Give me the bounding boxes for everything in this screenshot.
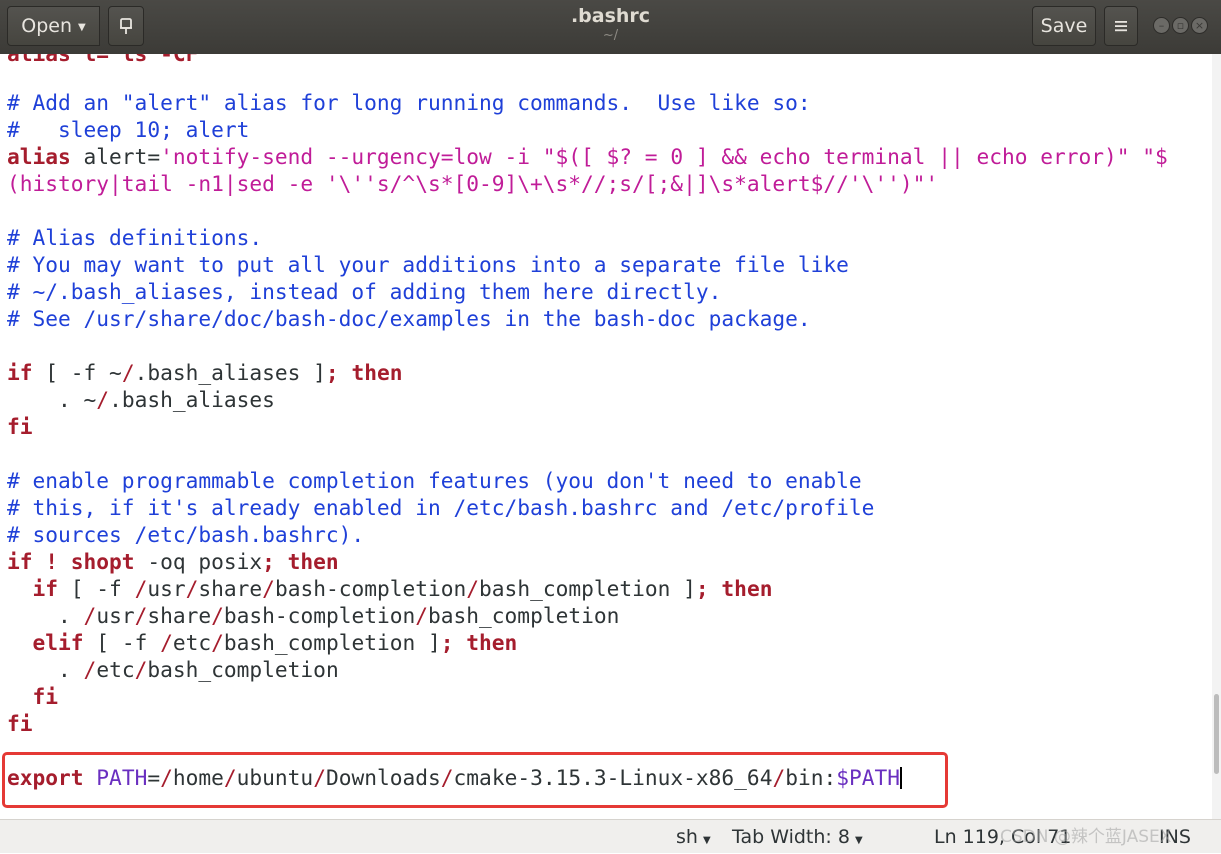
header-bar: Open ▼ .bashrc ~/ Save – ▫ ×	[0, 0, 1221, 55]
tab-width-selector[interactable]: Tab Width: 8 ▼	[732, 824, 863, 854]
scrollbar-thumb[interactable]	[1214, 694, 1219, 774]
open-button[interactable]: Open ▼	[7, 6, 100, 46]
open-button-label: Open	[21, 15, 73, 37]
code-line: # sources /etc/bash.bashrc).	[7, 522, 365, 547]
code-line: alias alert='notify-send --urgency=low -…	[7, 144, 1168, 169]
code-line: # Add an "alert" alias for long running …	[7, 90, 811, 115]
vertical-scrollbar[interactable]	[1212, 54, 1221, 819]
watermark: CSDN @辣个蓝JASEX	[1000, 827, 1172, 847]
status-bar: sh ▼ Tab Width: 8 ▼ Ln 119, Col 71 INS CSD…	[0, 819, 1221, 853]
maximize-window-icon[interactable]: ▫	[1172, 17, 1189, 34]
window-title: .bashrc	[570, 5, 651, 27]
code-line: . /etc/bash_completion	[7, 657, 339, 682]
code-line: . /usr/share/bash-completion/bash_comple…	[7, 603, 620, 628]
chevron-down-icon: ▼	[702, 835, 711, 846]
code-line: fi	[7, 414, 33, 439]
code-line: elif [ -f /etc/bash_completion ]; then	[7, 630, 518, 655]
code-line: if [ -f ~/.bash_aliases ]; then	[7, 360, 403, 385]
language-label: sh	[676, 826, 698, 848]
close-window-icon[interactable]: ×	[1191, 17, 1208, 34]
code-line: (history|tail -n1|sed -e '\''s/^\s*[0-9]…	[7, 171, 939, 196]
text-editor[interactable]: alias l='ls -CF' # Add an "alert" alias …	[0, 54, 1212, 819]
tab-width-label: Tab Width: 8	[732, 826, 850, 848]
save-button[interactable]: Save	[1032, 6, 1096, 46]
chevron-down-icon: ▼	[854, 835, 863, 846]
code-line: # See /usr/share/doc/bash-doc/examples i…	[7, 306, 811, 331]
pin-button[interactable]	[108, 6, 144, 46]
code-line: # ~/.bash_aliases, instead of adding the…	[7, 279, 722, 304]
code-line: # You may want to put all your additions…	[7, 252, 849, 277]
menu-button[interactable]	[1104, 6, 1138, 46]
window-subtitle: ~/	[602, 28, 619, 43]
language-selector[interactable]: sh ▼	[676, 824, 711, 854]
code-line: # this, if it's already enabled in /etc/…	[7, 495, 875, 520]
code-line: fi	[7, 711, 33, 736]
code-line: . ~/.bash_aliases	[7, 387, 275, 412]
code-line: alias l='ls -CF'	[7, 54, 211, 67]
window-title-area: .bashrc ~/	[400, 4, 821, 44]
code-line: fi	[7, 684, 59, 709]
highlight-annotation-box	[2, 752, 948, 808]
code-line: if [ -f /usr/share/bash-completion/bash_…	[7, 576, 773, 601]
chevron-down-icon: ▼	[78, 22, 86, 33]
code-line: if ! shopt -oq posix; then	[7, 549, 339, 574]
code-line: # Alias definitions.	[7, 225, 263, 250]
code-line: # enable programmable completion feature…	[7, 468, 862, 493]
pin-icon	[120, 18, 132, 34]
code-line: # sleep 10; alert	[7, 117, 250, 142]
hamburger-menu-icon	[1115, 21, 1127, 32]
minimize-window-icon[interactable]: –	[1153, 17, 1170, 34]
